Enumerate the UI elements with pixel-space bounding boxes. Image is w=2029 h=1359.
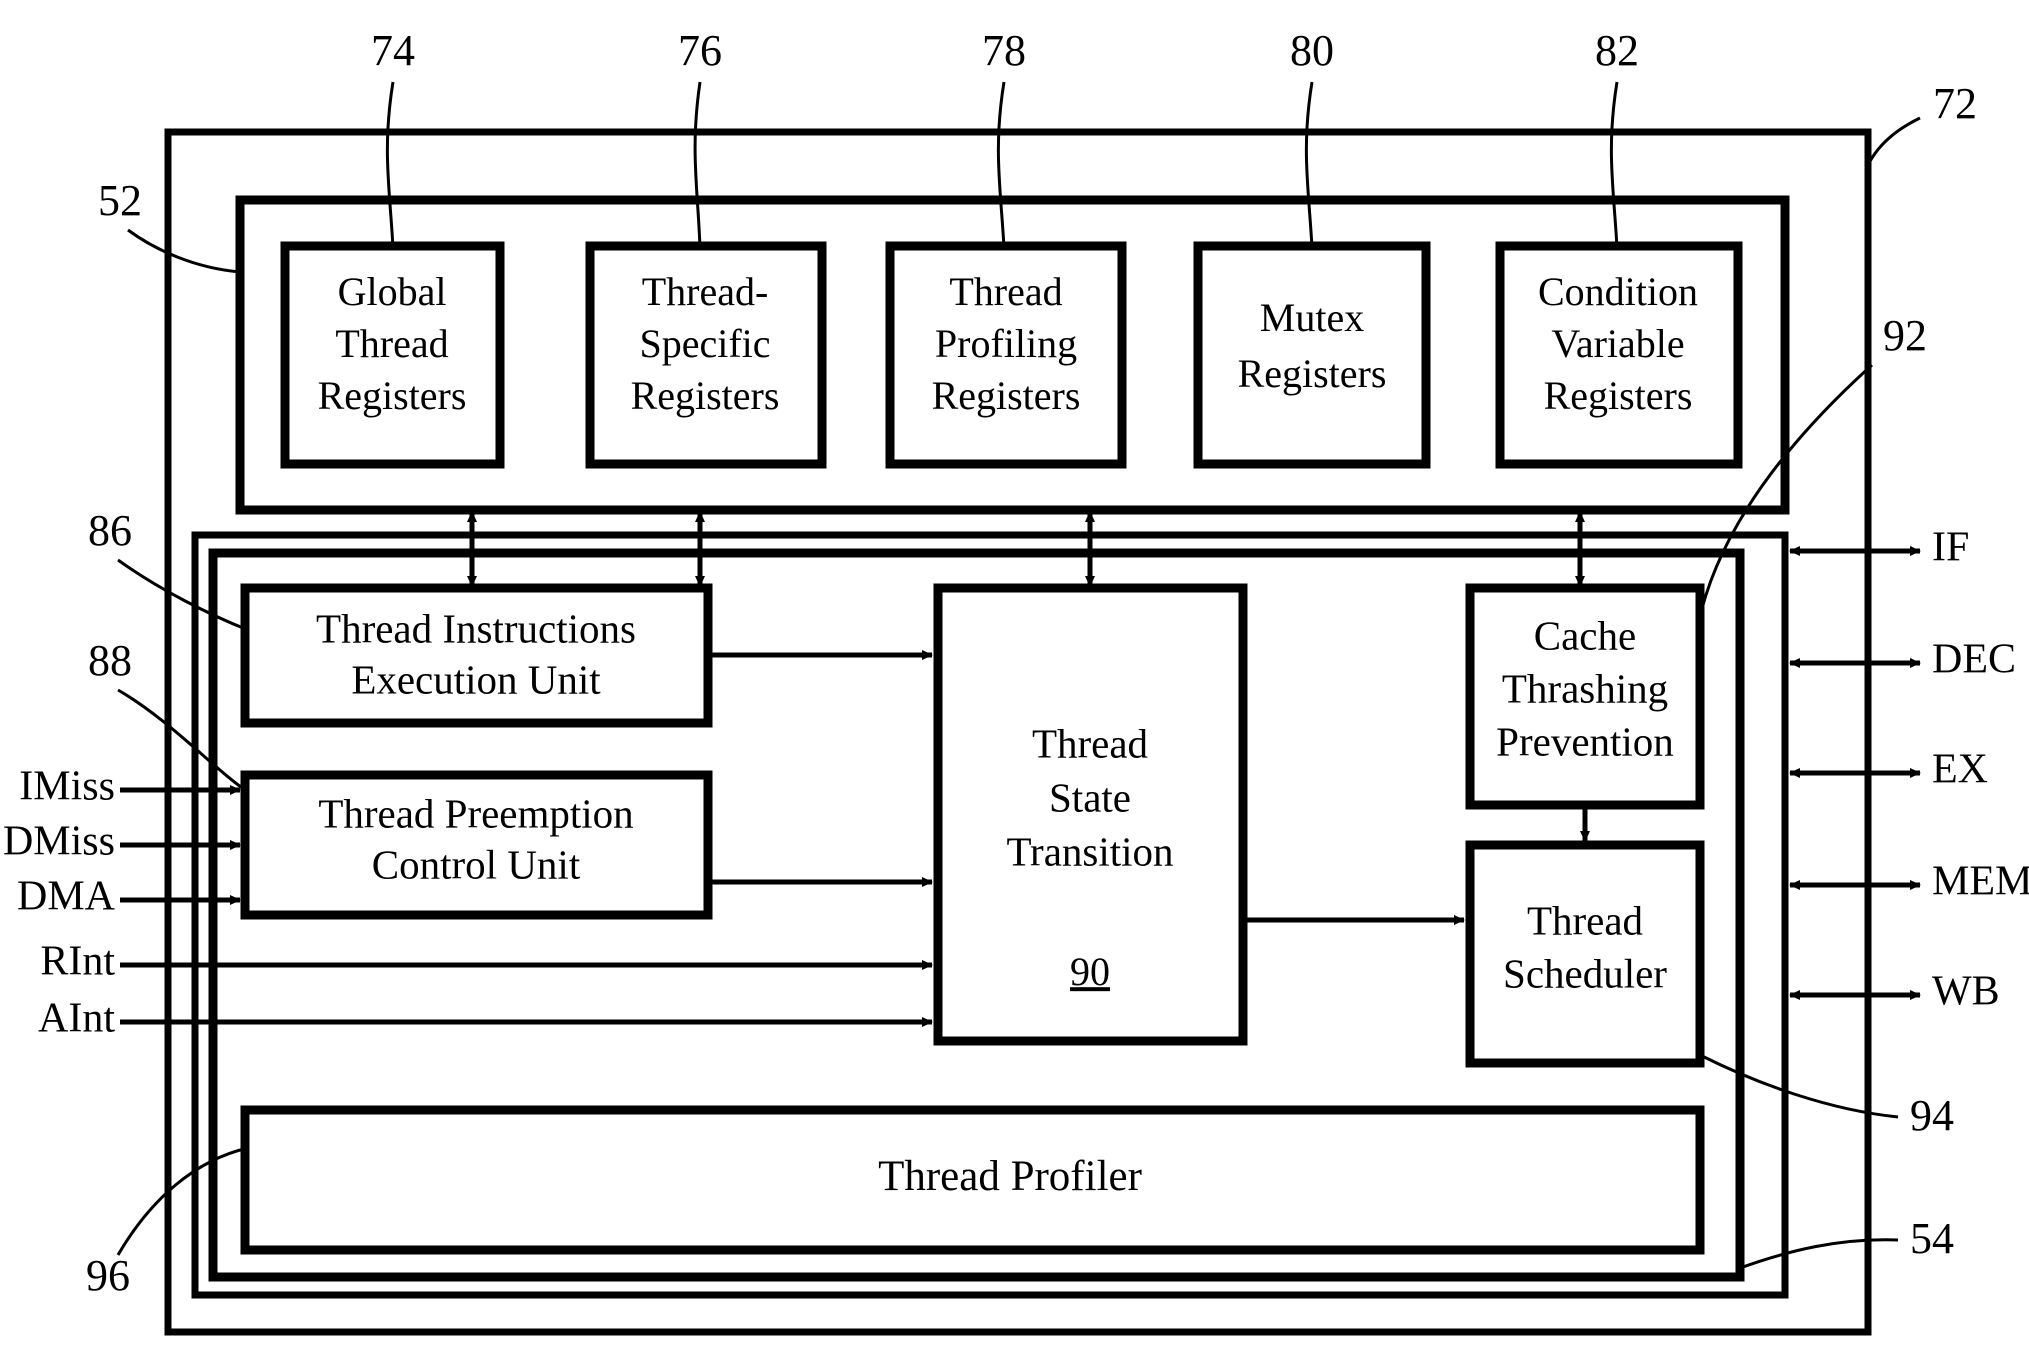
thread-instructions-execution-unit-line1: Thread Instructions: [316, 605, 636, 651]
global-thread-registers-line2: Thread: [335, 321, 448, 366]
reference-numeral-92: 92: [1883, 311, 1927, 360]
thread-preemption-control-unit-line2: Control Unit: [372, 841, 581, 887]
reference-numeral-78: 78: [982, 26, 1026, 75]
stage-label-if: IF: [1932, 525, 1969, 571]
thread-scheduler-line2: Scheduler: [1503, 950, 1667, 996]
global-thread-registers-line3: Registers: [318, 373, 467, 418]
leader-72: [1866, 116, 1921, 166]
signal-label-dmiss: DMiss: [3, 819, 115, 865]
condition-variable-registers-line1: Condition: [1538, 269, 1698, 314]
patent-figure: Global Thread Registers Thread- Specific…: [0, 0, 2029, 1359]
thread-state-transition-line2: State: [1049, 774, 1131, 820]
mutex-registers-line1: Mutex: [1260, 295, 1364, 340]
thread-specific-registers-line1: Thread-: [642, 269, 769, 314]
thread-specific-registers-line2: Specific: [639, 321, 770, 366]
signal-label-rint: RInt: [40, 939, 115, 985]
thread-profiling-registers-line2: Profiling: [935, 321, 1077, 366]
global-thread-registers-line1: Global: [338, 269, 447, 314]
mutex-registers-line2: Registers: [1238, 351, 1387, 396]
thread-profiling-registers-line1: Thread: [949, 269, 1062, 314]
thread-scheduler-line1: Thread: [1527, 897, 1643, 943]
signal-label-dma: DMA: [17, 874, 116, 920]
thread-state-transition-line1: Thread: [1032, 720, 1148, 766]
thread-state-transition-line3: Transition: [1006, 828, 1173, 874]
thread-specific-registers-line3: Registers: [631, 373, 780, 418]
figure-canvas: Global Thread Registers Thread- Specific…: [3, 26, 2029, 1336]
thread-state-transition-ref-90: 90: [1070, 949, 1110, 994]
reference-numeral-52: 52: [98, 176, 142, 225]
cache-thrashing-prevention-line3: Prevention: [1496, 718, 1674, 764]
thread-preemption-control-unit-line1: Thread Preemption: [318, 790, 633, 836]
reference-numeral-88: 88: [88, 636, 132, 685]
reference-numeral-74: 74: [371, 26, 415, 75]
reference-numeral-72: 72: [1933, 79, 1977, 128]
cache-thrashing-prevention-line2: Thrashing: [1502, 665, 1668, 711]
stage-label-wb: WB: [1932, 969, 2000, 1015]
thread-profiling-registers-line3: Registers: [932, 373, 1081, 418]
cache-thrashing-prevention-line1: Cache: [1534, 612, 1636, 658]
stage-label-ex: EX: [1932, 747, 1988, 793]
thread-instructions-execution-unit-line2: Execution Unit: [351, 656, 601, 702]
thread-profiler-label: Thread Profiler: [878, 1153, 1142, 1200]
condition-variable-registers-line3: Registers: [1544, 373, 1693, 418]
reference-numeral-96: 96: [86, 1251, 130, 1300]
signal-label-imiss: IMiss: [19, 764, 115, 810]
stage-label-dec: DEC: [1932, 637, 2016, 683]
reference-numeral-86: 86: [88, 506, 132, 555]
stage-label-mem: MEM: [1932, 859, 2029, 905]
reference-numeral-76: 76: [678, 26, 722, 75]
signal-label-aint: AInt: [38, 996, 115, 1042]
reference-numeral-80: 80: [1290, 26, 1334, 75]
reference-numeral-94: 94: [1910, 1091, 1954, 1140]
reference-numeral-82: 82: [1595, 26, 1639, 75]
reference-numeral-54: 54: [1910, 1214, 1954, 1263]
condition-variable-registers-line2: Variable: [1551, 321, 1684, 366]
